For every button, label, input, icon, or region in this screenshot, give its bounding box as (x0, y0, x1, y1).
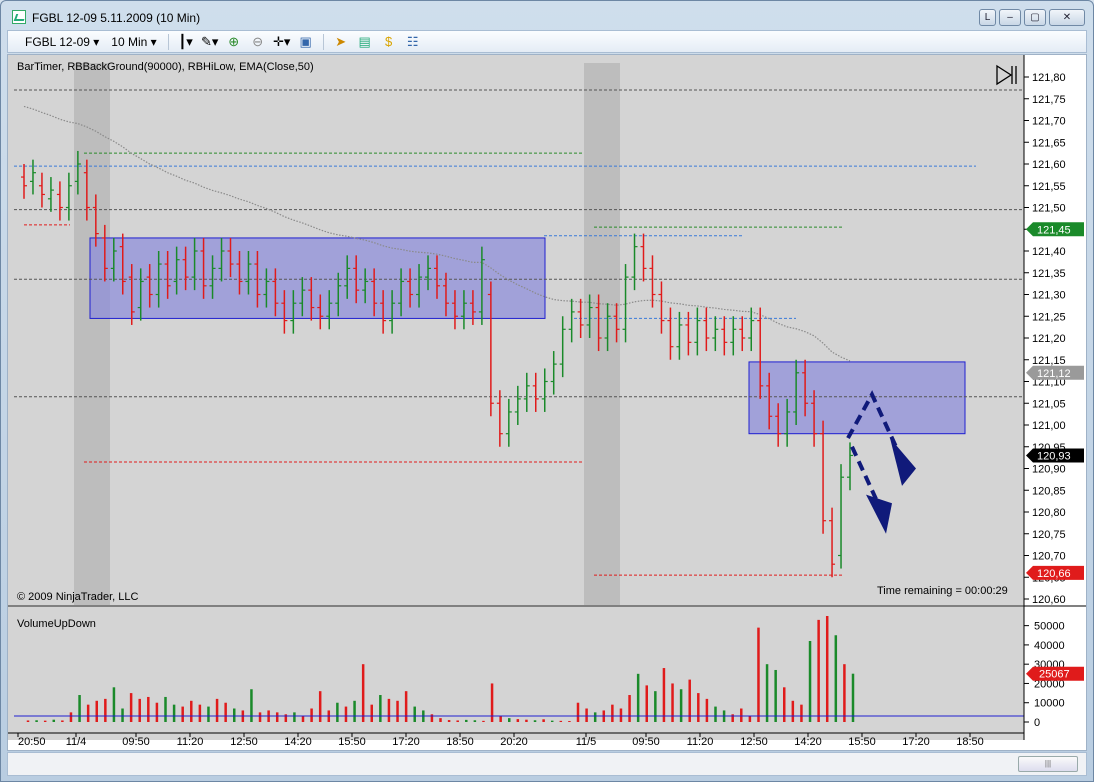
y-tick-label: 121,70 (1032, 116, 1066, 128)
y-tick-label: 121,15 (1032, 355, 1066, 367)
bar-style-icon[interactable]: ┃▾ (177, 34, 195, 50)
x-tick-label: 09:50 (122, 736, 150, 748)
x-tick-label: 20:50 (18, 736, 46, 748)
x-tick-label: 09:50 (632, 736, 660, 748)
price-marker-label: 121,12 (1037, 368, 1071, 380)
x-tick-label: 15:50 (338, 736, 366, 748)
price-marker-label: 120,66 (1037, 568, 1071, 580)
x-tick-label: 17:20 (902, 736, 930, 748)
x-tick-label: 18:50 (446, 736, 474, 748)
title-bar[interactable]: FGBL 12-09 5.11.2009 (10 Min) L – ▢ ✕ (1, 1, 1093, 31)
y-tick-label: 120,80 (1032, 507, 1066, 519)
volume-marker-label: 25067 (1039, 669, 1070, 681)
strategy-icon[interactable]: ➤ (332, 34, 350, 50)
x-tick-label: 14:20 (794, 736, 822, 748)
x-tick-label: 11/4 (66, 736, 87, 748)
scroll-thumb[interactable]: ||| (1018, 756, 1078, 772)
chart-svg[interactable]: 121,80 121,75 121,70 121,65 121,60 121,55 121,… (8, 55, 1086, 750)
x-tick-label: 17:20 (392, 736, 420, 748)
price-marker: 121,45 (1026, 222, 1084, 237)
data-box-icon[interactable]: ☷ (404, 34, 422, 50)
price-panel-bg (8, 55, 1024, 605)
session-shade (74, 63, 110, 605)
chart-toolbar: FGBL 12-09 ▾ 10 Min ▾ ┃▾ ✎▾ ⊕ ⊖ ✛▾ ▣ ➤ ▤… (7, 30, 1087, 53)
x-tick-label: 12:50 (230, 736, 258, 748)
x-tick-label: 14:20 (284, 736, 312, 748)
price-marker: 120,66 (1026, 565, 1084, 580)
y-tick-label: 120,70 (1032, 551, 1066, 563)
volume-panel-label: VolumeUpDown (17, 618, 96, 630)
y-tick-label: 121,35 (1032, 268, 1066, 280)
horizontal-scrollbar[interactable]: ||| (7, 752, 1087, 776)
y-tick-label: 121,30 (1032, 290, 1066, 302)
properties-icon[interactable]: ▣ (297, 34, 315, 50)
y-tick-label: 121,40 (1032, 246, 1066, 258)
volume-panel-bg (8, 607, 1024, 740)
drawing-tool-icon[interactable]: ✎▾ (201, 34, 219, 50)
y-tick-label: 121,55 (1032, 181, 1066, 193)
x-tick-label: 11:20 (177, 736, 204, 748)
instrument-selector[interactable]: FGBL 12-09 ▾ (22, 35, 102, 49)
minimize-button[interactable]: – (999, 9, 1021, 26)
y-tick-label: 120,90 (1032, 464, 1066, 476)
y-tick-label: 120,85 (1032, 485, 1066, 497)
y-tick-label: 121,75 (1032, 94, 1066, 106)
interval-selector[interactable]: 10 Min ▾ (108, 35, 159, 49)
indicators-icon[interactable]: ▤ (356, 34, 374, 50)
volume-y-tick-label: 10000 (1034, 698, 1065, 710)
chart-window: FGBL 12-09 5.11.2009 (10 Min) L – ▢ ✕ FG… (0, 0, 1094, 782)
toolbar-separator (167, 33, 169, 50)
y-tick-label: 121,60 (1032, 159, 1066, 171)
toolbar-separator (322, 33, 324, 50)
volume-y-tick-label: 0 (1034, 717, 1040, 729)
x-tick-label: 18:50 (956, 736, 984, 748)
order-icon[interactable]: $ (380, 34, 398, 50)
price-marker-label: 121,45 (1037, 224, 1071, 236)
y-tick-label: 121,20 (1032, 333, 1066, 345)
close-button[interactable]: ✕ (1049, 9, 1085, 26)
y-tick-label: 121,25 (1032, 311, 1066, 323)
y-tick-label: 120,60 (1032, 594, 1066, 606)
zoom-in-icon[interactable]: ⊕ (225, 34, 243, 50)
copyright-label: © 2009 NinjaTrader, LLC (17, 591, 138, 603)
indicator-label: BarTimer, RBBackGround(90000), RBHiLow, … (17, 61, 314, 73)
x-tick-label: 11/5 (576, 736, 597, 748)
y-tick-label: 121,05 (1032, 398, 1066, 410)
x-tick-label: 11:20 (687, 736, 714, 748)
maximize-button[interactable]: ▢ (1024, 9, 1046, 26)
price-marker: 121,12 (1026, 365, 1084, 380)
volume-y-tick-label: 40000 (1034, 640, 1065, 652)
x-tick-label: 15:50 (848, 736, 876, 748)
price-marker: 120,93 (1026, 448, 1084, 463)
y-tick-label: 121,65 (1032, 137, 1066, 149)
zoom-out-icon[interactable]: ⊖ (249, 34, 267, 50)
price-marker-label: 120,93 (1037, 450, 1071, 462)
chart-area[interactable]: 121,80 121,75 121,70 121,65 121,60 121,55 121,… (7, 54, 1087, 751)
interval-label: 10 Min (111, 34, 148, 49)
x-tick-label: 20:20 (500, 736, 528, 748)
time-remaining-label: Time remaining = 00:00:29 (877, 585, 1008, 597)
link-button[interactable]: L (979, 9, 996, 26)
instrument-label: FGBL 12-09 (25, 34, 90, 49)
x-tick-label: 12:50 (740, 736, 768, 748)
y-tick-label: 121,50 (1032, 203, 1066, 215)
y-tick-label: 121,00 (1032, 420, 1066, 432)
window-controls: L – ▢ ✕ (979, 9, 1085, 26)
chart-app-icon (12, 10, 26, 24)
y-tick-label: 120,75 (1032, 529, 1066, 541)
volume-y-tick-label: 50000 (1034, 621, 1065, 633)
window-title: FGBL 12-09 5.11.2009 (10 Min) (32, 11, 201, 25)
y-tick-label: 121,80 (1032, 72, 1066, 84)
crosshair-icon[interactable]: ✛▾ (273, 34, 291, 50)
